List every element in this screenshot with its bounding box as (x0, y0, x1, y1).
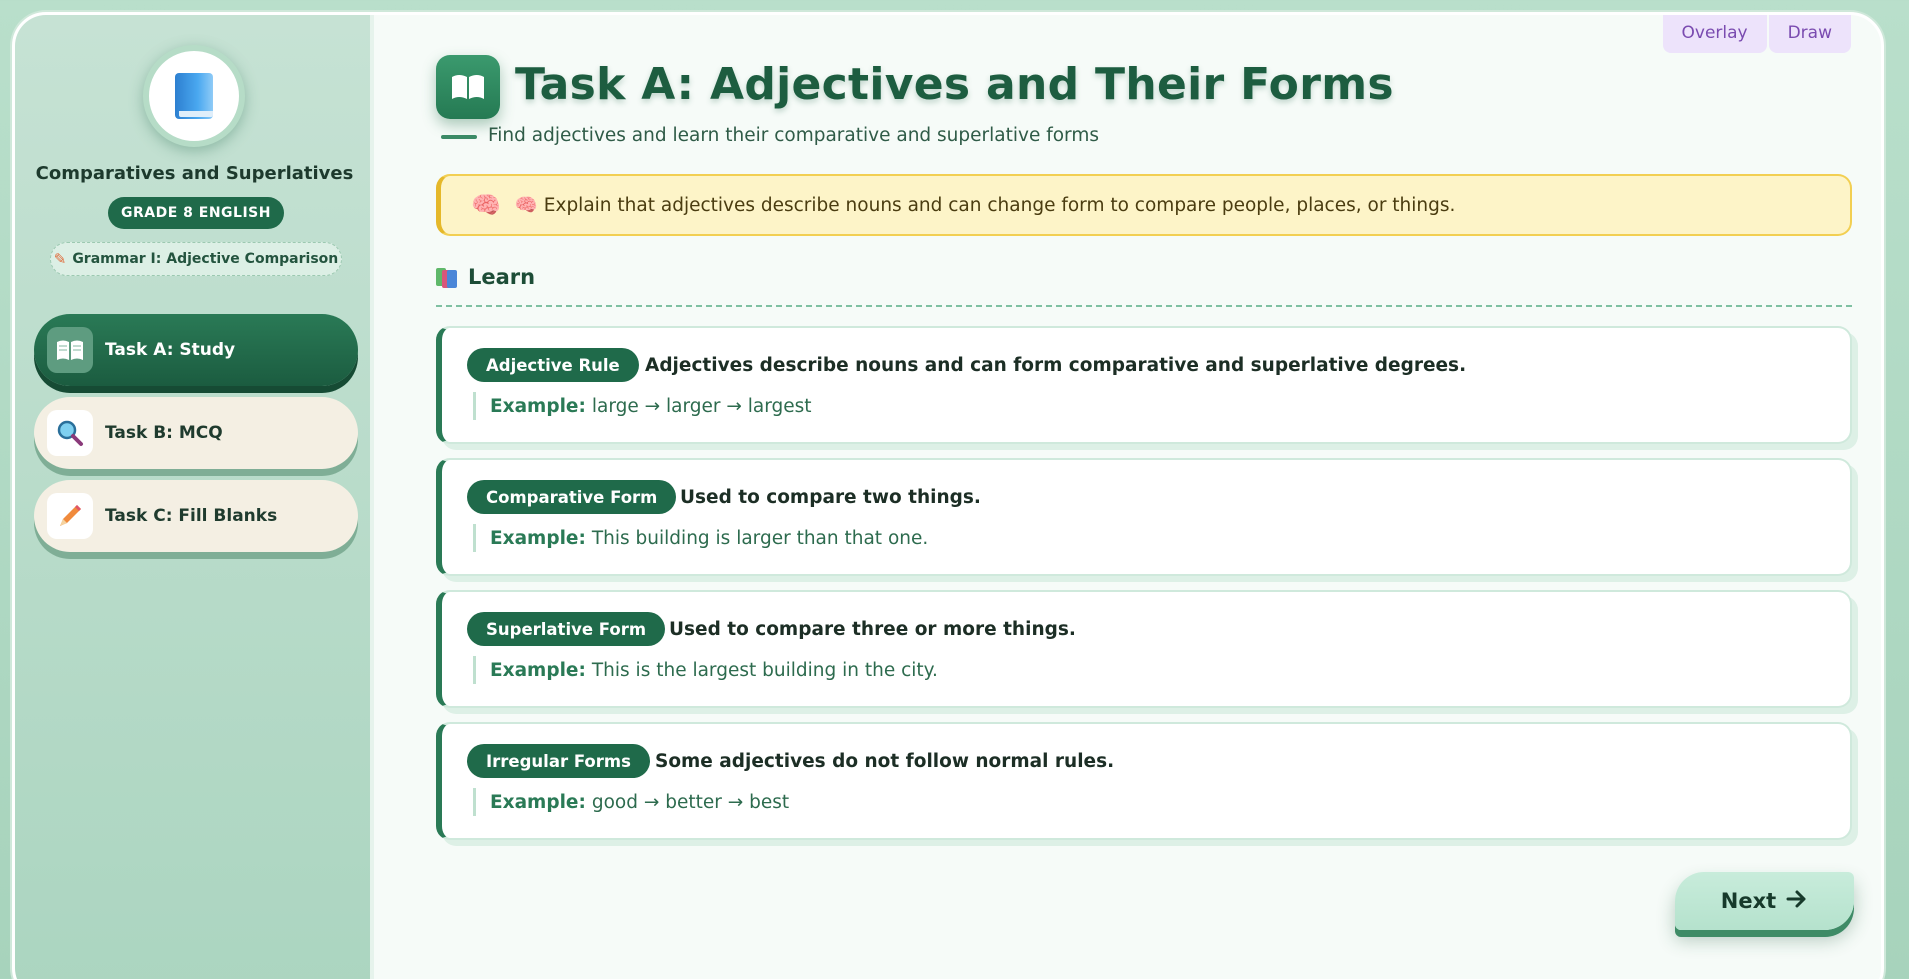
card-description: Used to compare three or more things. (669, 619, 1076, 640)
app-frame: Overlay Draw Comparatives and Superlativ… (12, 12, 1884, 979)
open-book-icon (436, 55, 500, 119)
example-label: Example: (490, 791, 586, 813)
card-description: Adjectives describe nouns and can form c… (645, 355, 1467, 376)
example-text: large → larger → largest (591, 395, 812, 417)
open-book-icon (47, 327, 93, 373)
pencil-icon (47, 493, 93, 539)
example-text: This is the largest building in the city… (591, 659, 938, 681)
nav-task-a[interactable]: Task A: Study (34, 314, 358, 386)
course-title: Comparatives and Superlatives (35, 163, 354, 184)
draw-button[interactable]: Draw (1768, 15, 1851, 53)
card-tag: Irregular Forms (467, 744, 650, 778)
topic-chip: ✎ Grammar I: Adjective Comparison (50, 242, 342, 276)
card-description: Some adjectives do not follow normal rul… (655, 751, 1115, 772)
page-title: Task A: Adjectives and Their Forms (515, 59, 1394, 110)
rule-card: Irregular Forms Some adjectives do not f… (436, 722, 1852, 840)
overlay-button[interactable]: Overlay (1662, 15, 1767, 53)
card-example: Example: This building is larger than th… (473, 524, 928, 552)
nav-task-b-label: Task B: MCQ (105, 423, 223, 443)
nav-task-c[interactable]: Task C: Fill Blanks (34, 480, 358, 552)
pencil-icon: ✎ (53, 250, 67, 268)
card-description: Used to compare two things. (680, 487, 981, 508)
main-content: Task A: Adjectives and Their Forms Find … (423, 15, 1854, 979)
brain-icon: 🧠 (471, 191, 501, 219)
card-example: Example: This is the largest building in… (473, 656, 938, 684)
example-text: This building is larger than that one. (591, 527, 929, 549)
sidebar: Comparatives and Superlatives GRADE 8 EN… (15, 15, 374, 979)
topic-label: Grammar I: Adjective Comparison (72, 251, 339, 267)
card-tag: Comparative Form (467, 480, 677, 514)
arrow-right-icon (1786, 887, 1808, 915)
section-divider (436, 305, 1852, 307)
rule-card: Superlative Form Used to compare three o… (436, 590, 1852, 708)
page-subtitle: Find adjectives and learn their comparat… (488, 125, 1099, 146)
example-label: Example: (490, 527, 586, 549)
tool-bar: Overlay Draw (1662, 15, 1851, 53)
grade-badge: GRADE 8 ENGLISH (108, 197, 284, 229)
next-button-label: Next (1720, 889, 1777, 913)
card-tag: Superlative Form (467, 612, 666, 646)
nav-task-c-label: Task C: Fill Blanks (105, 506, 278, 526)
learn-heading-label: Learn (468, 265, 536, 289)
teacher-tip: 🧠 🧠 Explain that adjectives describe nou… (436, 174, 1852, 236)
card-tag: Adjective Rule (467, 348, 639, 382)
course-logo (143, 45, 245, 147)
book-icon (175, 73, 213, 119)
example-label: Example: (490, 659, 586, 681)
card-example: Example: good → better → best (473, 788, 789, 816)
rule-card: Comparative Form Used to compare two thi… (436, 458, 1852, 576)
next-button[interactable]: Next (1675, 872, 1854, 930)
subtitle-accent (441, 135, 477, 139)
nav-task-a-label: Task A: Study (105, 340, 236, 360)
tip-text: 🧠 Explain that adjectives describe nouns… (514, 195, 1456, 216)
learn-heading: Learn (436, 265, 535, 289)
card-example: Example: large → larger → largest (473, 392, 812, 420)
nav-task-b[interactable]: Task B: MCQ (34, 397, 358, 469)
example-text: good → better → best (591, 791, 790, 813)
magnifier-icon (47, 410, 93, 456)
books-icon (436, 266, 458, 288)
rule-card: Adjective Rule Adjectives describe nouns… (436, 326, 1852, 444)
example-label: Example: (490, 395, 586, 417)
